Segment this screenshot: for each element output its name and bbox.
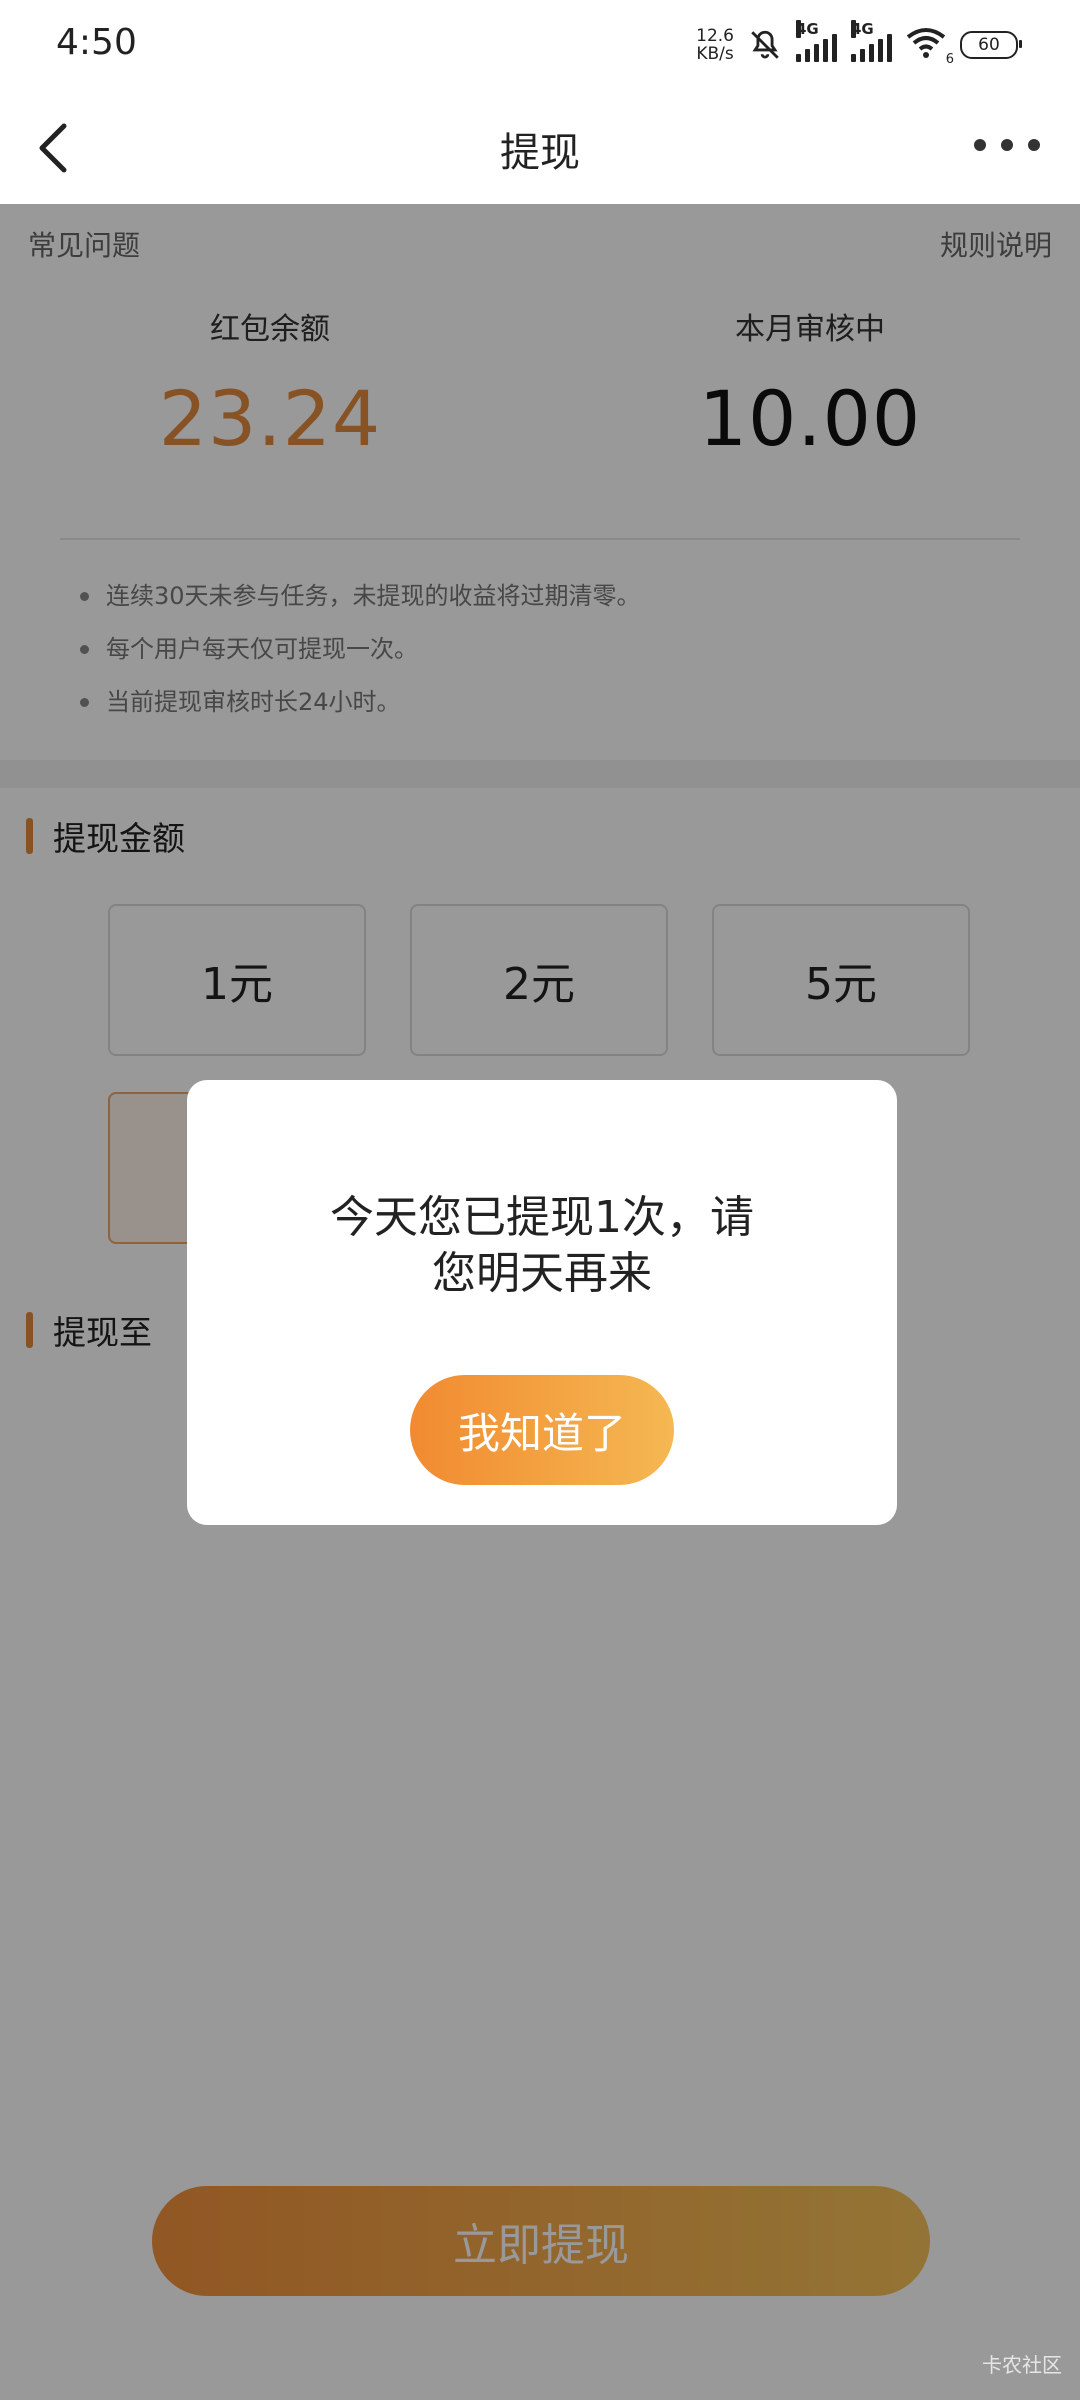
network-speed-unit: KB/s bbox=[696, 44, 734, 64]
limit-dialog: 今天您已提现1次，请 您明天再来 我知道了 bbox=[187, 1080, 897, 1525]
network-type-label: 4G bbox=[851, 20, 874, 38]
network-type-label: 4G bbox=[796, 20, 819, 38]
page-title: 提现 bbox=[500, 130, 580, 176]
wifi-level-label: 6 bbox=[945, 52, 954, 67]
bell-muted-icon bbox=[751, 30, 779, 59]
battery-icon: 60 bbox=[960, 31, 1022, 59]
dialog-message-line-1: 今天您已提现1次，请 bbox=[330, 1192, 754, 1243]
got-it-button[interactable]: 我知道了 bbox=[410, 1375, 674, 1485]
wifi-icon: 6 bbox=[906, 27, 954, 67]
status-icons: 12.6 KB/s 4G 4G 6 60 bbox=[696, 20, 1022, 68]
more-dots-icon bbox=[974, 139, 986, 151]
signal-icon: 4G bbox=[796, 20, 837, 62]
battery-level: 60 bbox=[978, 35, 1000, 55]
nav-bar: 提现 bbox=[0, 90, 1080, 204]
signal-icon: 4G bbox=[851, 20, 892, 62]
network-speed: 12.6 KB/s bbox=[696, 27, 734, 63]
dialog-message: 今天您已提现1次，请 您明天再来 bbox=[247, 1190, 837, 1302]
network-speed-value: 12.6 bbox=[696, 26, 734, 46]
status-bar: 4:50 12.6 KB/s 4G 4G 6 60 bbox=[0, 0, 1080, 90]
status-time: 4:50 bbox=[56, 22, 137, 63]
more-button[interactable] bbox=[974, 130, 1040, 160]
dialog-message-line-2: 您明天再来 bbox=[432, 1248, 652, 1299]
watermark: 卡农社区 bbox=[982, 2353, 1062, 2377]
